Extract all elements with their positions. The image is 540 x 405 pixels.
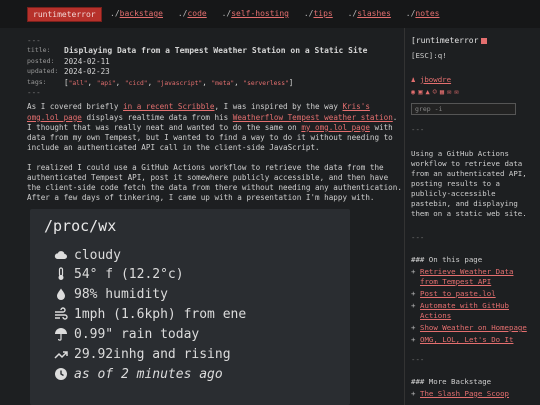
more-backstage-list: The Slash Page Scoop [411,389,531,399]
tag-link[interactable]: "all" [69,80,88,87]
post-metadata: --- title: Displaying Data from a Tempes… [27,36,402,98]
sidebar-rule: --- [411,125,425,135]
more-link[interactable]: The Slash Page Scoop [420,389,509,398]
tag-link[interactable]: "serverless" [243,80,289,87]
nav-item-code[interactable]: ./code [178,9,207,18]
posted-date: 2024-02-11 [64,57,110,67]
author-link[interactable]: ♟ jbowdre [411,75,531,85]
sidebar: [runtimeterror [ESC]:q! ♟ jbowdre ◉ ▣ ▲ ☺ ▦ ✉… [411,36,531,401]
rss-icon[interactable] [481,37,488,44]
tempest-link[interactable]: Weatherflow Tempest weather station [233,113,393,122]
main-nav: ./backstage ./code ./self-hosting ./tips… [110,9,449,20]
top-bar: runtimeterror ./backstage ./code ./self-… [0,0,540,28]
nav-item-tips[interactable]: ./tips [304,9,333,18]
toc-item: OMG, LOL, Let's Do It [411,335,531,345]
omg-icon[interactable]: ☺ [433,88,437,97]
clock-icon [55,368,67,380]
second-paragraph: I realized I could use a GitHub Actions … [27,162,402,203]
updated-date: 2024-02-23 [64,67,110,77]
my-omg-lol-link[interactable]: my omg.lol page [301,123,370,132]
toc-link[interactable]: Show Weather on Homepage [420,323,527,332]
toc-link[interactable]: OMG, LOL, Let's Do It [420,335,513,344]
umbrella-icon [55,328,67,341]
more-backstage-heading: ### More Backstage [411,376,492,386]
meta-rule-end: --- [27,88,41,98]
bluesky-icon[interactable]: ▲ [425,88,429,97]
weather-widget-title: /proc/wx [44,217,117,235]
more-item: The Slash Page Scoop [411,389,531,399]
tag-link[interactable]: "api" [97,80,116,87]
tag-link[interactable]: "cicd" [125,80,148,87]
thermometer-icon [58,267,64,280]
posted-label: posted: [27,57,55,66]
meta-rule: --- [27,36,41,45]
on-this-page-heading: ### On this page [411,255,483,265]
site-brand[interactable]: runtimeterror [27,7,102,22]
nav-item-slashes[interactable]: ./slashes [348,9,391,18]
cloud-icon [54,251,67,259]
scribble-link[interactable]: in a recent Scribble [123,102,214,111]
post-description: Using a GitHub Actions workflow to retri… [411,149,527,219]
matrix-icon[interactable]: ▦ [440,88,444,97]
mastodon-icon[interactable]: ▣ [418,88,422,97]
email-icon[interactable]: ✉ [454,88,458,97]
article: --- title: Displaying Data from a Tempes… [27,36,402,204]
sidebar-divider [404,28,405,405]
toc-item: Automate with GitHub Actions [411,301,531,321]
tags-label: tags: [27,77,47,86]
updated-label: updated: [27,67,59,76]
tag-link[interactable]: "javascript" [157,80,203,87]
title-label: title: [27,46,51,55]
github-icon[interactable]: ◉ [411,88,415,97]
toc-link[interactable]: Retrieve Weather Data from Tempest API [420,267,513,286]
wind-icon [55,307,68,320]
droplet-icon [57,288,65,300]
toc-item: Post to paste.lol [411,289,531,299]
sidebar-rule: --- [411,233,425,243]
social-icons: ◉ ▣ ▲ ☺ ▦ ✉ ✉ [411,87,531,97]
toc-item: Retrieve Weather Data from Tempest API [411,267,531,287]
tag-list: ["all", "api", "cicd", "javascript", "me… [64,77,294,87]
nav-item-backstage[interactable]: ./backstage [110,9,163,18]
sidebar-shell-text: [ESC]:q! [411,50,447,60]
toc-item: Show Weather on Homepage [411,323,531,333]
weather-widget: /proc/wx cloudy 54° f (12.2°c) 98% humid… [30,209,350,405]
chat-icon[interactable]: ✉ [447,88,451,97]
user-icon: ♟ [411,74,416,84]
sidebar-rule: --- [411,354,425,364]
post-title: Displaying Data from a Tempest Weather S… [64,46,368,56]
tag-link[interactable]: "meta" [211,80,234,87]
intro-paragraph: As I covered briefly in a recent Scribbl… [27,102,398,153]
search-input[interactable]: grep -i [411,103,516,116]
toc-link[interactable]: Automate with GitHub Actions [420,301,509,320]
table-of-contents: Retrieve Weather Data from Tempest API P… [411,267,531,345]
sidebar-site-name[interactable]: [runtimeterror [411,36,531,47]
nav-item-notes[interactable]: ./notes [406,9,440,18]
toc-link[interactable]: Post to paste.lol [420,289,496,298]
nav-item-self-hosting[interactable]: ./self-hosting [222,9,289,18]
trend-up-icon [54,351,68,359]
